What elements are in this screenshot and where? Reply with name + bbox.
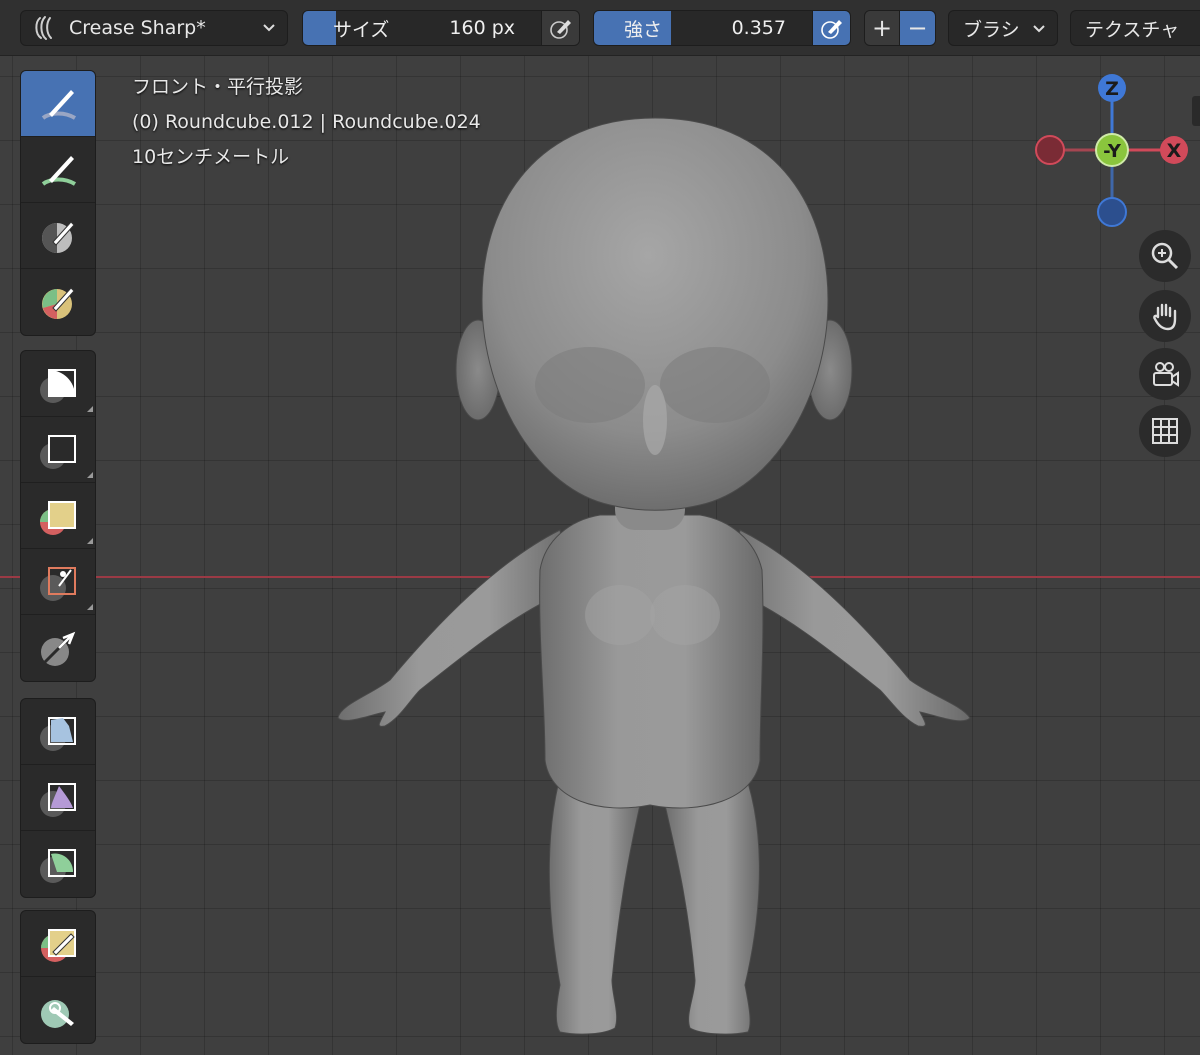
size-pressure-button[interactable] — [541, 11, 579, 45]
paint-icon — [41, 928, 76, 962]
tool-transform[interactable] — [21, 977, 95, 1043]
toolbar-group-gestures — [20, 350, 96, 682]
zoom-button[interactable] — [1139, 230, 1191, 282]
pen-pressure-icon — [820, 20, 842, 39]
strength-value: 0.357 — [731, 17, 786, 39]
x-axis-line — [0, 576, 1200, 578]
strength-slider[interactable]: 強さ 0.357 — [593, 10, 851, 46]
brush-name: Crease Sharp* — [69, 17, 206, 39]
chevron-down-icon — [263, 24, 275, 32]
tool-box-hide[interactable] — [21, 417, 95, 483]
line-project-icon — [40, 566, 76, 601]
tool-cloth-filter[interactable] — [21, 699, 95, 765]
brush-mask-icon — [42, 220, 75, 253]
submenu-corner — [87, 538, 93, 544]
gizmo-z-label: Z — [1105, 78, 1119, 100]
grid-icon — [1152, 418, 1178, 444]
navigation-gizmo[interactable]: Z X -Y — [1030, 70, 1200, 230]
pan-button[interactable] — [1139, 290, 1191, 342]
tool-draw[interactable] — [21, 71, 95, 137]
texture-menu-label: テクスチャ — [1085, 18, 1180, 41]
gizmo-neg-z-axis[interactable] — [1097, 197, 1127, 227]
tool-mask[interactable] — [21, 203, 95, 269]
cloth-filter-icon — [40, 716, 76, 751]
box-hide-icon — [40, 434, 76, 469]
ortho-toggle-button[interactable] — [1139, 405, 1191, 457]
brush-face-set-icon — [42, 287, 75, 319]
size-slider-fill — [303, 11, 337, 45]
camera-icon — [1153, 362, 1179, 387]
tool-color-filter[interactable] — [21, 765, 95, 831]
gizmo-neg-x-axis[interactable] — [1035, 135, 1065, 165]
brush-menu-label: ブラシ — [963, 18, 1020, 41]
camera-button[interactable] — [1139, 348, 1191, 400]
pen-pressure-icon — [549, 20, 571, 39]
strength-pressure-button[interactable] — [812, 11, 850, 45]
tool-line-project[interactable] — [21, 549, 95, 615]
color-filter-icon — [40, 782, 76, 817]
gizmo-y-label: -Y — [1103, 141, 1122, 162]
submenu-corner — [87, 604, 93, 610]
tool-box-face-set[interactable] — [21, 483, 95, 549]
brush-selector[interactable]: Crease Sharp* — [20, 10, 288, 46]
mesh-filter-icon — [41, 631, 76, 666]
gizmo-x-label: X — [1167, 140, 1182, 162]
toolbar-group-filters — [20, 698, 96, 898]
crease-brush-icon — [35, 16, 52, 40]
add-direction-button[interactable]: + — [865, 11, 901, 45]
strength-label: 強さ — [624, 18, 663, 41]
brush-menu[interactable]: ブラシ — [948, 10, 1058, 46]
view-name: フロント・平行投影 — [132, 76, 304, 98]
transform-icon — [41, 1000, 74, 1028]
submenu-corner — [87, 406, 93, 412]
tool-smooth[interactable] — [21, 137, 95, 203]
viewport-info: フロント・平行投影 (0) Roundcube.012 | Roundcube.… — [132, 70, 481, 175]
size-slider[interactable]: サイズ 160 px — [302, 10, 580, 46]
toolbar-group-brushes — [20, 70, 96, 336]
chevron-down-icon — [1033, 25, 1045, 33]
size-value: 160 px — [449, 17, 515, 39]
tool-header: Crease Sharp* サイズ 160 px 強さ 0.357 + − ブラ… — [0, 0, 1200, 56]
sidebar-toggle[interactable] — [1192, 96, 1200, 126]
toolbar-group-misc — [20, 910, 96, 1044]
object-info: (0) Roundcube.012 | Roundcube.024 — [132, 111, 481, 133]
tool-face-set[interactable] — [21, 269, 95, 335]
box-trim-icon — [40, 368, 76, 403]
zoom-icon — [1151, 242, 1179, 270]
size-label: サイズ — [333, 18, 390, 41]
direction-toggle: + − — [864, 10, 936, 46]
brush-draw-icon — [41, 89, 77, 120]
texture-menu[interactable]: テクスチャ — [1070, 10, 1200, 46]
grid-scale: 10センチメートル — [132, 146, 290, 168]
submenu-corner — [87, 472, 93, 478]
edit-face-set-icon — [40, 849, 76, 883]
subtract-direction-button[interactable]: − — [900, 11, 935, 45]
tool-mesh-filter[interactable] — [21, 615, 95, 681]
tool-edit-face-set[interactable] — [21, 831, 95, 897]
hand-icon — [1153, 303, 1177, 331]
tool-paint[interactable] — [21, 911, 95, 977]
tool-box-trim[interactable] — [21, 351, 95, 417]
brush-smooth-icon — [41, 155, 77, 186]
box-face-set-icon — [40, 500, 76, 535]
